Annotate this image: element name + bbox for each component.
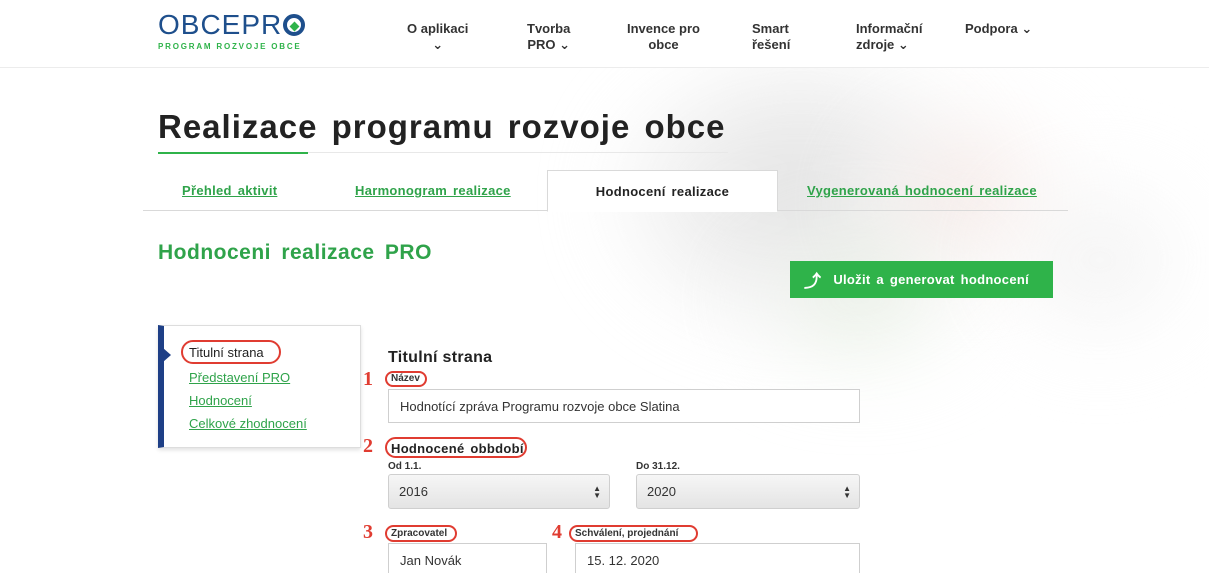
select-arrows-icon: ▲ ▼ — [843, 484, 851, 500]
logo-o-icon — [283, 14, 306, 36]
from-year-value: 2016 — [399, 484, 428, 499]
annotation-oval-obdobi — [385, 437, 527, 458]
to-label: Do 31.12. — [636, 461, 680, 472]
tab-harmonogram-realizace[interactable]: Harmonogram realizace — [355, 170, 511, 211]
nav-item-tvorba-pro[interactable]: Tvorba PRO ⌄ — [527, 21, 570, 53]
annotation-oval-nazev — [385, 371, 427, 387]
nav-item-invence-pro-obce[interactable]: Invence pro obce — [627, 21, 700, 53]
from-year-select[interactable]: 2016 ▲ ▼ — [388, 474, 610, 509]
nav-item-o-aplikaci[interactable]: O aplikaci ⌄ — [407, 21, 468, 53]
merge-arrow-icon: ⤴ — [804, 272, 822, 291]
title-underline — [308, 152, 728, 153]
from-label: Od 1.1. — [388, 461, 422, 472]
name-input[interactable]: Hodnotící zpráva Programu rozvoje obce S… — [388, 389, 860, 423]
approval-input[interactable]: 15. 12. 2020 — [575, 543, 860, 573]
section-title: Hodnoceni realizace PRO — [158, 241, 432, 264]
site-header: OBCEPR PROGRAM ROZVOJE OBCE O aplikaci ⌄… — [0, 0, 1209, 68]
to-year-select[interactable]: 2020 ▲ ▼ — [636, 474, 860, 509]
tab-vygenerovana-hodnoceni[interactable]: Vygenerovaná hodnocení realizace — [807, 170, 1037, 211]
annotation-number-1: 1 — [363, 368, 373, 390]
sidenav-item-hodnoceni[interactable]: Hodnocení — [189, 393, 252, 408]
sidenav-item-predstaveni-pro[interactable]: Představení PRO — [189, 370, 290, 385]
sidenav-item-celkove-zhodnoceni[interactable]: Celkové zhodnocení — [189, 416, 307, 431]
annotation-number-4: 4 — [552, 521, 562, 543]
to-year-value: 2020 — [647, 484, 676, 499]
nav-item-informacni-zdroje[interactable]: Informační zdroje ⌄ — [856, 21, 922, 53]
nav-item-podpora[interactable]: Podpora ⌄ — [965, 21, 1032, 37]
annotation-number-3: 3 — [363, 521, 373, 543]
tab-bar: Přehled aktivit Harmonogram realizace Ho… — [143, 170, 1068, 212]
select-arrows-icon: ▲ ▼ — [593, 484, 601, 500]
form-title: Titulní strana — [388, 349, 493, 366]
annotation-oval-zpracovatel — [385, 525, 457, 542]
obcepro-logo[interactable]: OBCEPR PROGRAM ROZVOJE OBCE — [158, 9, 306, 51]
nav-item-smart-reseni[interactable]: Smart řešení — [752, 21, 790, 53]
annotation-number-2: 2 — [363, 435, 373, 457]
title-underline-accent — [158, 152, 308, 154]
save-and-generate-button[interactable]: ⤴ Uložit a generovat hodnocení — [790, 261, 1053, 298]
logo-text: OBCEPR — [158, 9, 283, 40]
page-title: Realizace programu rozvoje obce — [158, 108, 726, 145]
logo-subtitle: PROGRAM ROZVOJE OBCE — [158, 42, 302, 51]
annotation-oval-titulni-strana — [181, 340, 281, 364]
annotation-oval-schvaleni — [569, 525, 698, 542]
save-and-generate-label: Uložit a generovat hodnocení — [833, 272, 1030, 287]
tab-prehled-aktivit[interactable]: Přehled aktivit — [182, 170, 277, 211]
tab-hodnoceni-realizace[interactable]: Hodnocení realizace — [547, 170, 778, 212]
processor-input[interactable]: Jan Novák — [388, 543, 547, 573]
